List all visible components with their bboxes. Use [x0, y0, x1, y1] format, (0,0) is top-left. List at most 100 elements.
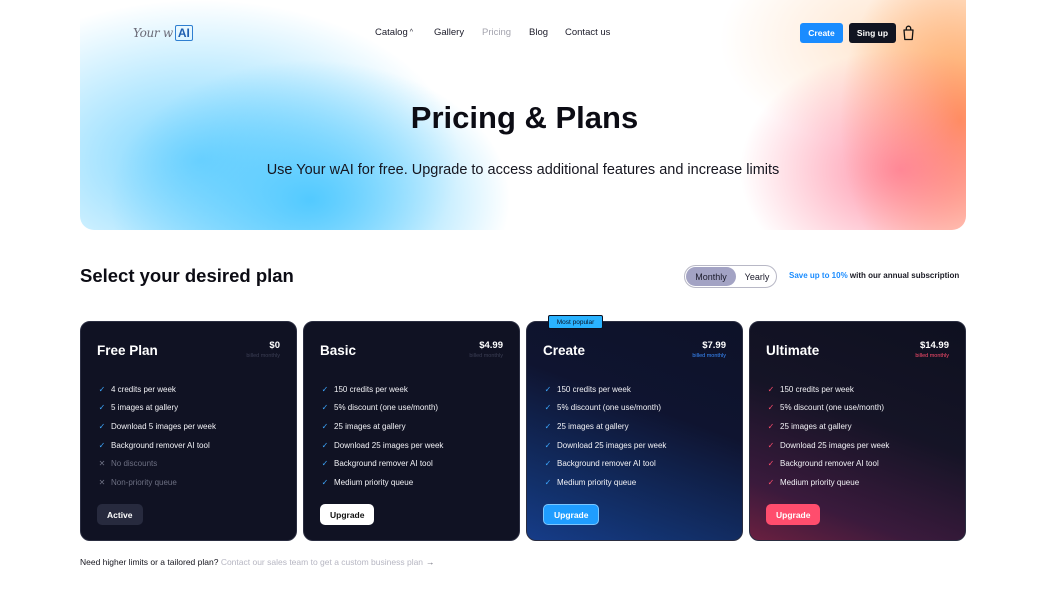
- feature-text: Medium priority queue: [334, 477, 414, 487]
- check-icon: ✓: [767, 477, 775, 487]
- feature-text: 150 credits per week: [334, 384, 408, 394]
- check-icon: ✓: [321, 421, 329, 431]
- feature-text: 25 images at gallery: [557, 421, 629, 431]
- top-navbar: Your w AI Catalog ^ Gallery Pricing Blog C…: [0, 0, 1049, 64]
- check-icon: ✓: [544, 477, 552, 487]
- feature-item: ✕ No discounts: [97, 454, 216, 473]
- feature-item: ✓ Download 25 images per week: [543, 436, 667, 455]
- toggle-yearly[interactable]: Yearly: [737, 267, 777, 286]
- check-icon: ✓: [767, 440, 775, 450]
- plan-name: Free Plan: [97, 343, 158, 358]
- logo[interactable]: Your w AI: [133, 22, 193, 44]
- feature-list: ✓ 150 credits per week ✓ 5% discount (one …: [766, 380, 890, 492]
- menu-item-contact[interactable]: Contact us: [565, 27, 610, 38]
- signup-button[interactable]: Sing up: [849, 23, 896, 43]
- billing-period: billed monthly: [469, 353, 503, 359]
- cross-icon: ✕: [98, 477, 106, 487]
- feature-text: Medium priority queue: [557, 477, 637, 487]
- arrow-right-icon[interactable]: →: [426, 557, 435, 567]
- feature-item: ✓ 5% discount (one use/month): [543, 399, 666, 418]
- plan-name: Ultimate: [766, 343, 820, 358]
- toggle-monthly[interactable]: Monthly: [686, 267, 736, 286]
- feature-text: 5% discount (one use/month): [780, 403, 885, 413]
- billing-period: billed monthly: [692, 353, 726, 359]
- savings-text: with our annual subscription: [847, 271, 960, 280]
- feature-item: ✓ 4 credits per week: [97, 380, 216, 399]
- feature-item: ✓ 5% discount (one use/month): [320, 399, 443, 418]
- upgrade-button[interactable]: Upgrade: [543, 504, 600, 525]
- menu-item-pricing[interactable]: Pricing: [482, 27, 511, 38]
- billing-period: billed monthly: [246, 353, 280, 359]
- section-title: Select your desired plan: [80, 265, 294, 286]
- feature-text: 25 images at gallery: [334, 421, 406, 431]
- most-popular-badge: Most popular: [548, 315, 603, 329]
- feature-text: Download 5 images per week: [111, 421, 216, 431]
- check-icon: ✓: [767, 459, 775, 469]
- check-icon: ✓: [544, 440, 552, 450]
- feature-item: ✓ 150 credits per week: [766, 380, 889, 399]
- check-icon: ✓: [321, 459, 329, 469]
- feature-item: ✓ 25 images at gallery: [320, 417, 443, 436]
- plan-name: Basic: [320, 343, 357, 358]
- page-title: Pricing & Plans: [410, 100, 639, 135]
- feature-item: ✓ 25 images at gallery: [543, 417, 666, 436]
- shopping-bag-icon[interactable]: [902, 25, 915, 41]
- check-icon: ✓: [321, 384, 329, 394]
- feature-item: ✓ Background remover AI tool: [766, 454, 889, 473]
- upgrade-button[interactable]: Upgrade: [766, 504, 821, 525]
- feature-item: ✓ 150 credits per week: [320, 380, 443, 399]
- feature-item: ✕ Non-priority queue: [97, 473, 216, 492]
- plan-card-ultimate: Ultimate $14.99 billed monthly ✓ 150 cred…: [749, 321, 966, 541]
- plan-price: $4.99: [479, 340, 503, 351]
- upgrade-button[interactable]: Upgrade: [320, 504, 375, 525]
- check-icon: ✓: [544, 459, 552, 469]
- feature-text: 150 credits per week: [780, 384, 854, 394]
- check-icon: ✓: [544, 384, 552, 394]
- menu-item-blog[interactable]: Blog: [529, 27, 548, 38]
- feature-text: Background remover AI tool: [111, 440, 210, 450]
- check-icon: ✓: [98, 384, 106, 394]
- feature-text: Download 25 images per week: [780, 440, 890, 450]
- menu-item-gallery[interactable]: Gallery: [434, 27, 464, 38]
- page-subtitle: Use Your wAI for free. Upgrade to access…: [266, 162, 780, 178]
- feature-item: ✓ Medium priority queue: [766, 473, 889, 492]
- feature-text: 5% discount (one use/month): [334, 403, 439, 413]
- feature-text: Download 25 images per week: [334, 440, 444, 450]
- menu-item-label: Catalog: [375, 27, 408, 38]
- feature-item: ✓ Background remover AI tool: [97, 436, 216, 455]
- billing-period: billed monthly: [915, 353, 949, 359]
- billing-toggle[interactable]: Monthly Yearly: [684, 265, 777, 288]
- feature-text: No discounts: [111, 459, 158, 469]
- feature-text: Background remover AI tool: [334, 459, 433, 469]
- contact-sales-link[interactable]: Contact our sales team to get a custom b…: [221, 557, 423, 567]
- logo-ai-mark: AI: [174, 25, 193, 41]
- feature-text: Background remover AI tool: [557, 459, 656, 469]
- plan-card-create: Create $7.99 billed monthly ✓ 150 credits…: [526, 321, 743, 541]
- custom-plan-note: Need higher limits or a tailored plan? C…: [80, 557, 435, 567]
- feature-text: 5% discount (one use/month): [557, 403, 662, 413]
- feature-text: Background remover AI tool: [780, 459, 879, 469]
- feature-item: ✓ 150 credits per week: [543, 380, 666, 399]
- plan-card-free: Free Plan $0 billed monthly ✓ 4 credits p…: [80, 321, 297, 541]
- feature-item: ✓ Download 25 images per week: [766, 436, 890, 455]
- check-icon: ✓: [98, 403, 106, 413]
- create-button[interactable]: Create: [800, 23, 843, 43]
- feature-text: 150 credits per week: [557, 384, 631, 394]
- active-button[interactable]: Active: [97, 504, 143, 525]
- plan-card-basic: Basic $4.99 billed monthly ✓ 150 credits …: [303, 321, 520, 541]
- menu-item-catalog[interactable]: Catalog ^: [375, 27, 413, 38]
- custom-plan-question: Need higher limits or a tailored plan?: [80, 557, 219, 567]
- feature-text: Medium priority queue: [780, 477, 860, 487]
- feature-item: ✓ Download 5 images per week: [97, 417, 216, 436]
- check-icon: ✓: [321, 403, 329, 413]
- feature-item: ✓ 25 images at gallery: [766, 417, 889, 436]
- feature-text: 5 images at gallery: [111, 403, 179, 413]
- feature-text: Download 25 images per week: [557, 440, 667, 450]
- feature-item: ✓ Medium priority queue: [543, 473, 666, 492]
- check-icon: ✓: [767, 421, 775, 431]
- feature-item: ✓ Download 25 images per week: [320, 436, 444, 455]
- cross-icon: ✕: [98, 459, 106, 469]
- feature-list: ✓ 4 credits per week ✓ 5 images at gallery…: [97, 380, 216, 492]
- check-icon: ✓: [321, 477, 329, 487]
- check-icon: ✓: [767, 403, 775, 413]
